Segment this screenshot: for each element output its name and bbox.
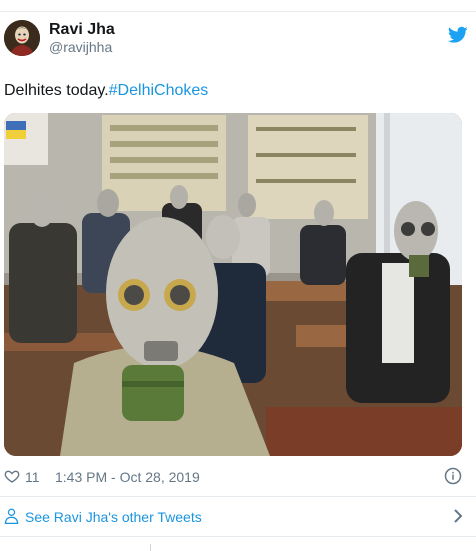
heart-icon[interactable] bbox=[4, 468, 20, 484]
tweet-header: Ravi Jha @ravijhha bbox=[4, 20, 472, 56]
person-icon bbox=[4, 508, 19, 524]
author-avatar[interactable] bbox=[4, 20, 40, 56]
author-display-name[interactable]: Ravi Jha bbox=[49, 21, 115, 39]
tweet-photo[interactable] bbox=[4, 113, 462, 456]
meta-divider bbox=[0, 496, 476, 497]
twitter-bird-icon[interactable] bbox=[448, 26, 468, 44]
bottom-tick bbox=[150, 544, 151, 551]
tweet-timestamp[interactable]: 1:43 PM - Oct 28, 2019 bbox=[55, 469, 200, 485]
like-count[interactable]: 11 bbox=[25, 469, 40, 485]
hashtag-link[interactable]: #DelhiChokes bbox=[109, 82, 209, 99]
tweet-meta: 11 1:43 PM - Oct 28, 2019 bbox=[4, 467, 466, 487]
chevron-right-icon[interactable] bbox=[452, 509, 464, 523]
see-more-tweets-link[interactable]: See Ravi Jha's other Tweets bbox=[4, 505, 466, 527]
tweet-text-body: Delhites today. bbox=[4, 82, 109, 99]
bottom-divider bbox=[0, 536, 476, 537]
author-info[interactable]: Ravi Jha @ravijhha bbox=[49, 21, 115, 56]
photo-classroom-gas-masks bbox=[4, 113, 462, 456]
info-icon[interactable] bbox=[444, 467, 462, 485]
author-handle[interactable]: @ravijhha bbox=[49, 39, 115, 56]
see-more-label[interactable]: See Ravi Jha's other Tweets bbox=[25, 509, 202, 525]
tweet-text: Delhites today.#DelhiChokes bbox=[4, 81, 208, 101]
avatar-image bbox=[4, 20, 40, 56]
